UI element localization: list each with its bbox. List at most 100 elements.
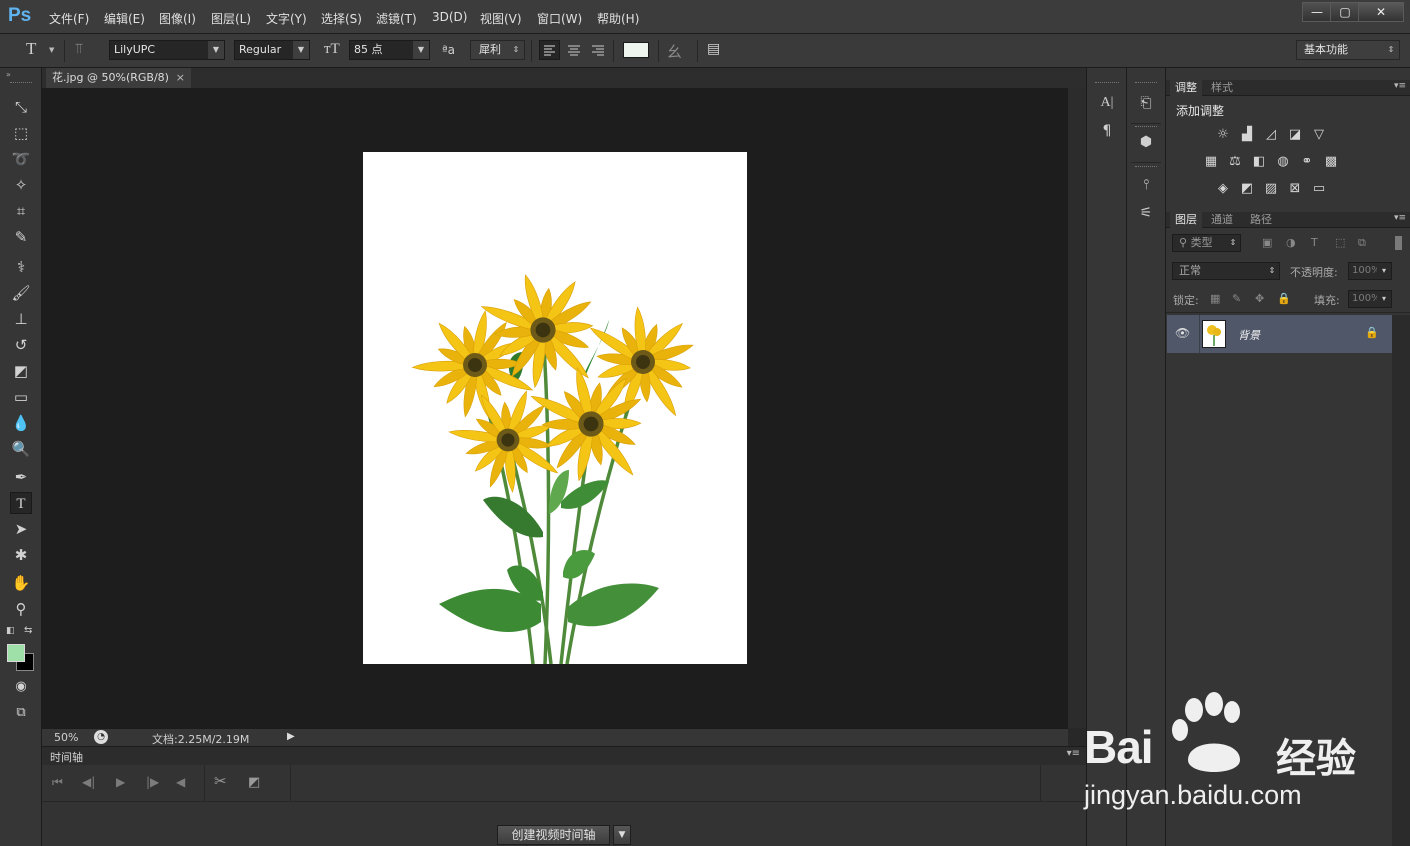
- panel-menu-icon[interactable]: ▾≡: [1394, 213, 1406, 223]
- magic-wand-tool-icon[interactable]: ✧: [10, 174, 32, 196]
- font-size-select[interactable]: 85 点 ▼: [349, 40, 430, 60]
- timeline-title[interactable]: 时间轴: [50, 749, 83, 765]
- play-icon[interactable]: ▶: [116, 775, 125, 789]
- status-info-icon[interactable]: ◔: [94, 730, 108, 744]
- first-frame-icon[interactable]: ⏮: [52, 775, 63, 790]
- brightness-contrast-icon[interactable]: ☼: [1214, 126, 1232, 144]
- brush-tool-icon[interactable]: 🖌: [10, 282, 32, 304]
- status-menu-arrow-icon[interactable]: ▶: [287, 731, 295, 742]
- selective-color-icon[interactable]: ⊠: [1286, 180, 1304, 198]
- text-orientation-icon[interactable]: ⫪: [75, 41, 83, 57]
- warp-text-icon[interactable]: ⺓: [667, 41, 682, 62]
- font-style-select[interactable]: Regular ▼: [234, 40, 310, 60]
- history-panel-icon[interactable]: ⎗: [1134, 92, 1158, 114]
- path-selection-tool-icon[interactable]: ➤: [10, 518, 32, 540]
- maximize-button[interactable]: ▢: [1330, 2, 1360, 22]
- brush-presets-icon[interactable]: ⫯: [1134, 174, 1158, 196]
- create-video-timeline-button[interactable]: 创建视频时间轴: [497, 825, 610, 845]
- menu-image[interactable]: 图像(I): [159, 10, 196, 27]
- 3d-panel-icon[interactable]: ⬢: [1134, 131, 1158, 153]
- menu-edit[interactable]: 编辑(E): [104, 10, 145, 27]
- align-left-button[interactable]: [539, 40, 560, 60]
- tab-styles[interactable]: 样式: [1206, 80, 1238, 96]
- filter-type-icon[interactable]: T: [1311, 236, 1318, 249]
- menu-file[interactable]: 文件(F): [49, 10, 89, 27]
- filter-toggle[interactable]: [1395, 236, 1402, 250]
- eyedropper-tool-icon[interactable]: ✎: [10, 226, 32, 248]
- marquee-tool-icon[interactable]: ⬚: [10, 122, 32, 144]
- pen-tool-icon[interactable]: ✒: [10, 466, 32, 488]
- dodge-tool-icon[interactable]: 🔍: [10, 438, 32, 460]
- healing-brush-tool-icon[interactable]: ⚕: [10, 256, 32, 278]
- quick-mask-icon[interactable]: ◉: [10, 676, 32, 698]
- type-tool-button[interactable]: T: [10, 492, 32, 514]
- zoom-tool-icon[interactable]: ⚲: [10, 598, 32, 620]
- default-colors-icon[interactable]: ◧: [6, 626, 15, 636]
- posterize-icon[interactable]: ◩: [1238, 180, 1256, 198]
- history-brush-tool-icon[interactable]: ↺: [10, 334, 32, 356]
- filter-pixel-icon[interactable]: ▣: [1262, 236, 1272, 249]
- split-scissors-icon[interactable]: ✂: [214, 772, 227, 790]
- visibility-eye-icon[interactable]: 👁: [1175, 326, 1190, 340]
- prev-frame-icon[interactable]: ◀|: [82, 775, 95, 789]
- close-tab-icon[interactable]: ×: [176, 68, 185, 88]
- vibrance-icon[interactable]: ▽: [1310, 126, 1328, 144]
- document-canvas[interactable]: [363, 152, 747, 664]
- color-lookup-icon[interactable]: ▩: [1322, 153, 1340, 171]
- opacity-input[interactable]: 100% ▾: [1348, 262, 1392, 280]
- threshold-icon[interactable]: ▨: [1262, 180, 1280, 198]
- levels-icon[interactable]: ▟: [1238, 126, 1256, 144]
- black-white-icon[interactable]: ◧: [1250, 153, 1268, 171]
- lock-pixels-icon[interactable]: ✎: [1232, 292, 1241, 305]
- text-color-swatch[interactable]: [623, 42, 649, 58]
- strip-grip[interactable]: [1135, 126, 1157, 127]
- menu-view[interactable]: 视图(V): [480, 10, 522, 27]
- screen-mode-icon[interactable]: ⧉: [10, 702, 32, 724]
- filter-adjustment-icon[interactable]: ◑: [1286, 236, 1296, 249]
- filter-smart-object-icon[interactable]: ⧉: [1358, 236, 1366, 250]
- brush-panel-icon[interactable]: ⚟: [1134, 202, 1158, 224]
- move-tool-icon[interactable]: ⤡: [10, 96, 32, 118]
- panel-menu-icon[interactable]: ▾≡: [1067, 748, 1080, 759]
- vertical-scrollbar[interactable]: [1068, 88, 1086, 728]
- swap-colors-icon[interactable]: ⇆: [24, 625, 32, 636]
- menu-3d[interactable]: 3D(D): [432, 10, 467, 24]
- custom-shape-tool-icon[interactable]: ✱: [10, 544, 32, 566]
- paragraph-panel-icon[interactable]: ¶: [1095, 120, 1119, 142]
- tab-adjustments[interactable]: 调整: [1170, 80, 1202, 96]
- blend-mode-select[interactable]: 正常 ⇕: [1172, 262, 1280, 280]
- antialias-select[interactable]: 犀利 ⇕: [470, 40, 525, 60]
- tool-preset-dropdown-icon[interactable]: ▼: [49, 46, 54, 54]
- lock-position-icon[interactable]: ✥: [1255, 292, 1264, 305]
- character-panel-icon[interactable]: ▤: [707, 41, 720, 57]
- tab-channels[interactable]: 通道: [1206, 212, 1238, 228]
- photo-filter-icon[interactable]: ◍: [1274, 153, 1292, 171]
- layers-scrollbar[interactable]: [1392, 315, 1410, 846]
- layer-name[interactable]: 背景: [1238, 327, 1260, 343]
- strip-grip[interactable]: [1135, 82, 1157, 83]
- curves-icon[interactable]: ◿: [1262, 126, 1280, 144]
- menu-type[interactable]: 文字(Y): [266, 10, 307, 27]
- filter-shape-icon[interactable]: ⬚: [1335, 236, 1345, 249]
- menu-layer[interactable]: 图层(L): [211, 10, 251, 27]
- hand-tool-icon[interactable]: ✋: [10, 572, 32, 594]
- fill-input[interactable]: 100% ▾: [1348, 290, 1392, 308]
- menu-help[interactable]: 帮助(H): [597, 10, 639, 27]
- channel-mixer-icon[interactable]: ⚭: [1298, 153, 1316, 171]
- lock-all-icon[interactable]: 🔒: [1277, 292, 1291, 305]
- layer-filter-select[interactable]: ⚲ 类型 ⇕: [1172, 234, 1241, 252]
- toolbox-grip[interactable]: [10, 82, 32, 85]
- chevron-down-icon[interactable]: ▼: [613, 825, 631, 845]
- collapse-toolbox-icon[interactable]: »: [6, 70, 11, 79]
- clone-stamp-tool-icon[interactable]: ⊥: [10, 308, 32, 330]
- align-right-button[interactable]: [588, 40, 608, 60]
- gradient-map-icon[interactable]: ▭: [1310, 180, 1328, 198]
- character-panel-icon[interactable]: A|: [1095, 92, 1119, 114]
- close-button[interactable]: ✕: [1358, 2, 1404, 22]
- menu-filter[interactable]: 滤镜(T): [376, 10, 417, 27]
- foreground-color-swatch[interactable]: [7, 644, 25, 662]
- gradient-tool-icon[interactable]: ▭: [10, 386, 32, 408]
- zoom-level[interactable]: 50%: [54, 731, 78, 744]
- panel-menu-icon[interactable]: ▾≡: [1394, 81, 1406, 91]
- tab-layers[interactable]: 图层: [1170, 212, 1202, 228]
